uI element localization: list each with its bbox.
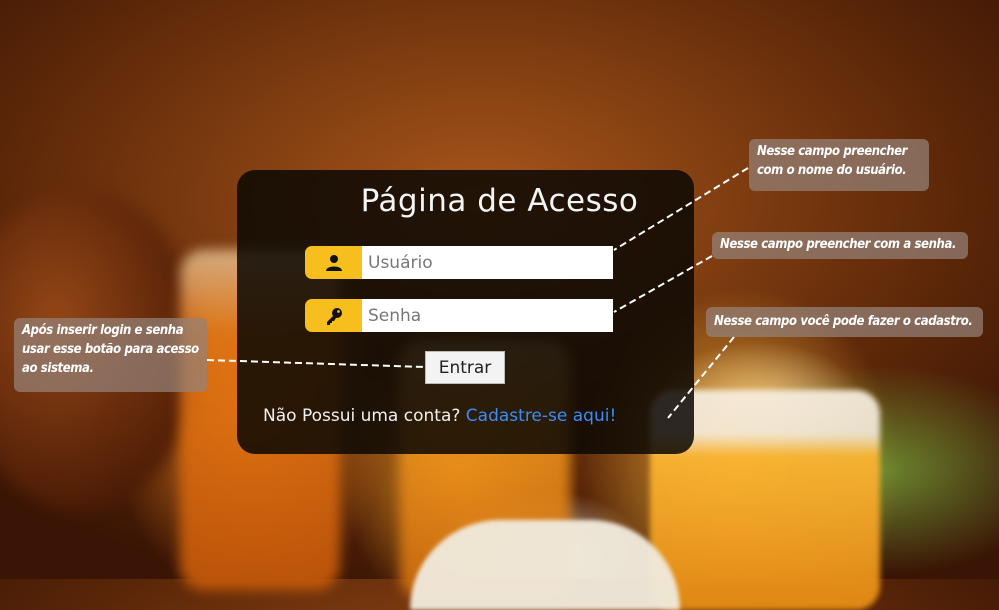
connector-signup	[667, 336, 735, 419]
annotation-text: Nesse campo preencher	[757, 144, 908, 159]
annotation-text: usar esse botão para acesso	[22, 342, 199, 357]
annotation-text: ao sistema.	[22, 361, 94, 376]
signup-annotation: Nesse campo você pode fazer o cadastro.	[706, 307, 983, 337]
password-annotation: Nesse campo preencher com a senha.	[712, 232, 968, 259]
annotation-text: Após inserir login e senha	[22, 323, 184, 338]
annotation-text: com o nome do usuário.	[757, 163, 907, 178]
username-annotation: Nesse campo preencher com o nome do usuá…	[749, 139, 929, 191]
connector-password	[613, 255, 713, 313]
connector-button	[206, 359, 426, 368]
button-annotation: Após inserir login e senha usar esse bot…	[14, 318, 207, 392]
annotation-lines	[206, 167, 749, 419]
